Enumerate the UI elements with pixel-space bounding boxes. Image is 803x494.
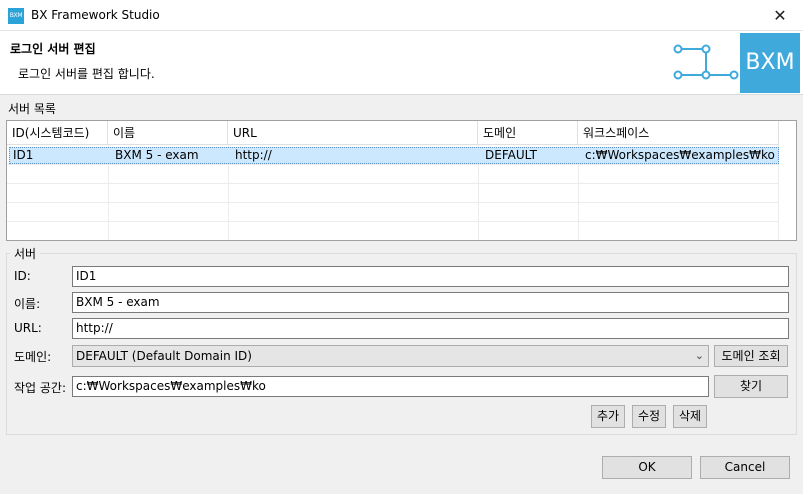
domain-label: 도메인: xyxy=(14,350,52,364)
cell-workspace: c:₩Workspaces₩examples₩ko xyxy=(585,148,775,162)
url-label: URL: xyxy=(14,321,42,335)
bxm-logo: BXM xyxy=(740,33,800,93)
server-table[interactable]: ID(시스템코드) 이름 URL 도메인 워크스페이스 ID1 BXM 5 - … xyxy=(6,120,797,241)
server-list-label: 서버 목록 xyxy=(8,102,56,116)
add-button[interactable]: 추가 xyxy=(591,405,625,428)
name-label: 이름: xyxy=(14,297,41,311)
table-row[interactable]: ID1 BXM 5 - exam http:// DEFAULT c:₩Work… xyxy=(9,147,779,164)
id-field[interactable]: ID1 xyxy=(72,266,789,287)
cell-name: BXM 5 - exam xyxy=(115,148,199,162)
delete-button[interactable]: 삭제 xyxy=(673,405,707,428)
cell-domain: DEFAULT xyxy=(485,148,537,162)
domain-select-value: DEFAULT (Default Domain ID) xyxy=(76,349,252,363)
url-field[interactable]: http:// xyxy=(72,318,789,339)
cell-id: ID1 xyxy=(13,148,34,162)
header-title: 로그인 서버 편집 xyxy=(10,42,96,56)
column-header-id[interactable]: ID(시스템코드) xyxy=(7,121,108,145)
dialog-header: 로그인 서버 편집 로그인 서버를 편집 합니다. BXM xyxy=(0,31,803,95)
column-header-url[interactable]: URL xyxy=(228,121,478,145)
server-group-label: 서버 xyxy=(10,245,41,262)
domain-select[interactable]: DEFAULT (Default Domain ID) ⌄ xyxy=(72,345,709,367)
dropdown-arrow-icon[interactable]: ⌄ xyxy=(695,346,704,366)
cell-url: http:// xyxy=(235,148,272,162)
column-header-domain[interactable]: 도메인 xyxy=(478,121,578,145)
window-title: BX Framework Studio xyxy=(31,8,160,22)
ok-button[interactable]: OK xyxy=(602,456,692,479)
workspace-field[interactable]: c:₩Workspaces₩examples₩ko xyxy=(72,376,709,397)
browse-button[interactable]: 찾기 xyxy=(714,375,788,398)
app-icon: BXM xyxy=(8,8,24,24)
column-header-workspace[interactable]: 워크스페이스 xyxy=(578,121,779,145)
workspace-label: 작업 공간: xyxy=(14,381,67,395)
edit-button[interactable]: 수정 xyxy=(632,405,666,428)
connector-deco-icon xyxy=(673,44,739,80)
name-field[interactable]: BXM 5 - exam xyxy=(72,292,789,313)
title-bar: BXM BX Framework Studio ✕ xyxy=(0,0,803,31)
close-icon[interactable]: ✕ xyxy=(757,0,803,31)
domain-lookup-button[interactable]: 도메인 조회 xyxy=(714,345,788,367)
column-header-name[interactable]: 이름 xyxy=(108,121,228,145)
id-label: ID: xyxy=(14,269,31,283)
header-description: 로그인 서버를 편집 합니다. xyxy=(18,67,155,81)
cancel-button[interactable]: Cancel xyxy=(700,456,790,479)
